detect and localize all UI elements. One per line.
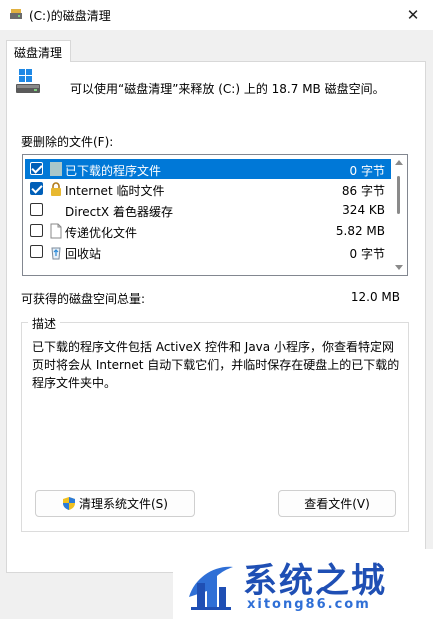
clean-system-files-button[interactable]: 清理系统文件(S) [35,490,195,517]
watermark: 系统之城 xitong86.com [173,549,433,619]
list-item-internet-temp[interactable]: Internet 临时文件 86 字节 [25,179,391,199]
shield-icon [63,497,75,510]
list-item-label: 传递优化文件 [65,226,138,240]
tab-disk-cleanup[interactable]: 磁盘清理 [6,40,71,62]
list-scrollbar[interactable] [392,156,406,274]
folder-icon [50,162,62,176]
list-item-downloaded-programs[interactable]: 已下载的程序文件 0 字节 [25,159,391,179]
list-item-label: DirectX 着色器缓存 [65,205,173,219]
watermark-title: 系统之城 [243,561,387,601]
drive-icon [16,69,40,93]
checkbox-directx-cache[interactable] [30,203,43,216]
list-item-directx-cache[interactable]: DirectX 着色器缓存 324 KB [25,200,391,220]
list-item-size: 86 字节 [341,184,385,198]
list-item-label: 已下载的程序文件 [65,164,162,178]
view-files-button[interactable]: 查看文件(V) [278,490,396,517]
view-files-label: 查看文件(V) [304,497,370,511]
close-button[interactable]: ✕ [393,0,433,30]
list-item-recycle-bin[interactable]: 回收站 0 字节 [25,242,391,262]
description-text: 已下载的程序文件包括 ActiveX 控件和 Java 小程序，你查看特定网页时… [32,340,400,390]
checkbox-recycle-bin[interactable] [30,245,43,258]
list-item-label: 回收站 [65,247,102,261]
scroll-thumb[interactable] [397,176,400,214]
list-item-delivery-optimization[interactable]: 传递优化文件 5.82 MB [25,221,391,241]
list-item-size: 324 KB [342,203,385,217]
list-item-size: 0 字节 [349,247,385,261]
checkbox-downloaded-programs[interactable] [30,162,43,175]
checkbox-delivery-optimization[interactable] [30,224,43,237]
description-legend: 描述 [28,315,61,332]
disk-cleanup-icon [10,9,22,19]
list-item-size: 5.82 MB [335,224,385,238]
scroll-down-icon[interactable] [395,265,403,270]
window-title: (C:)的磁盘清理 [29,9,111,23]
total-space-label: 可获得的磁盘空间总量: [21,292,146,306]
scroll-up-icon[interactable] [395,160,403,165]
recycle-bin-icon [51,247,61,260]
lock-icon [51,182,61,196]
clean-system-files-label: 清理系统文件(S) [79,497,168,511]
watermark-url: xitong86.com [247,597,371,612]
list-item-size: 0 字节 [349,164,385,178]
files-to-delete-label: 要删除的文件(F): [21,135,114,149]
file-icon [50,223,62,239]
checkbox-internet-temp[interactable] [30,182,43,195]
total-space-value: 12.0 MB [350,290,400,304]
list-item-label: Internet 临时文件 [65,184,165,198]
title-bar: (C:)的磁盘清理 ✕ [0,0,433,30]
files-list[interactable]: 已下载的程序文件 0 字节 Internet 临时文件 86 字节 Direct… [22,154,408,276]
close-icon: ✕ [406,6,420,24]
summary-text: 可以使用“磁盘清理”来释放 (C:) 上的 18.7 MB 磁盘空间。 [70,82,385,96]
city-logo-icon [189,566,233,610]
